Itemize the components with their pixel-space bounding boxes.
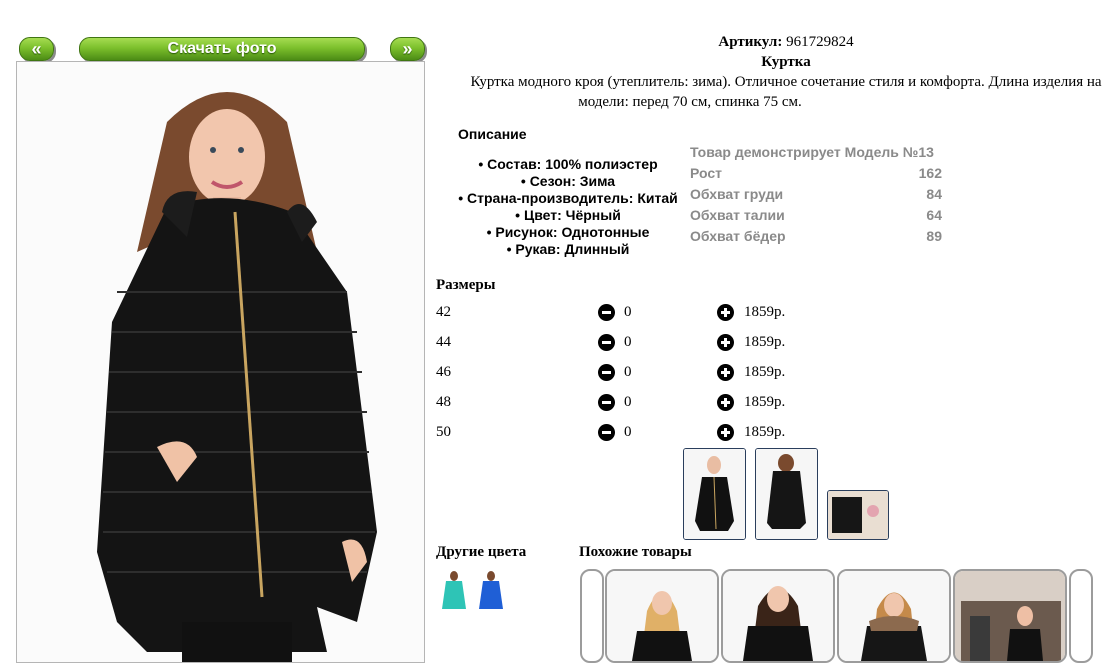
next-photo-button[interactable]: » — [390, 37, 425, 61]
description-title: Описание — [458, 126, 527, 142]
sizes-title: Размеры — [436, 277, 496, 293]
blue-jacket-image — [475, 569, 507, 615]
size-row: 48 0 1859р. — [436, 387, 836, 417]
similar-item-card[interactable] — [837, 569, 951, 663]
model-row: Обхват груди 84 — [690, 186, 942, 202]
property-item: Состав: 100% полиэстер — [450, 156, 686, 173]
similar-item-image — [839, 571, 949, 661]
minus-circle-icon[interactable] — [598, 334, 615, 351]
size-quantity: 0 — [624, 424, 632, 440]
other-colors-title: Другие цвета — [436, 544, 527, 560]
size-quantity: 0 — [624, 364, 632, 380]
download-photo-button[interactable]: Скачать фото — [79, 37, 365, 61]
property-item: Сезон: Зима — [450, 173, 686, 190]
property-item: Рукав: Длинный — [450, 241, 686, 258]
model-title: Товар демонстрирует Модель №13 — [690, 144, 934, 160]
size-value: 50 — [436, 424, 451, 440]
property-item: Рисунок: Однотонные — [450, 224, 686, 241]
jacket-front-thumbnail-image — [684, 449, 745, 539]
color-variant-thumbnail[interactable] — [475, 569, 507, 615]
property-item: Цвет: Чёрный — [450, 207, 686, 224]
similar-items-title: Похожие товары — [579, 544, 692, 560]
article-value: 961729824 — [786, 34, 854, 50]
product-description-line1: Куртка модного кроя (утеплитель: зима). … — [470, 74, 1102, 90]
minus-circle-icon[interactable] — [598, 304, 615, 321]
property-item: Страна-производитель: Китай — [450, 190, 686, 207]
size-price: 1859р. — [744, 424, 786, 440]
model-measurements: Товар демонстрирует Модель №13 Рост 162 О… — [690, 142, 942, 247]
product-name: Куртка — [761, 54, 811, 70]
size-price: 1859р. — [744, 304, 786, 320]
plus-circle-icon[interactable] — [717, 364, 734, 381]
size-value: 44 — [436, 334, 451, 350]
size-quantity: 0 — [624, 394, 632, 410]
size-row: 44 0 1859р. — [436, 327, 836, 357]
product-description-line2: модели: перед 70 см, спинка 75 см. — [578, 94, 802, 110]
size-quantity: 0 — [624, 334, 632, 350]
main-product-photo[interactable] — [16, 61, 425, 663]
size-price: 1859р. — [744, 334, 786, 350]
model-row: Обхват талии 64 — [690, 207, 942, 223]
size-row: 50 0 1859р. — [436, 417, 836, 447]
size-price: 1859р. — [744, 394, 786, 410]
article-label: Артикул: — [718, 34, 783, 50]
photo-thumbnail[interactable] — [827, 490, 889, 540]
jacket-back-thumbnail-image — [756, 449, 817, 539]
similar-item-image — [723, 571, 833, 661]
fabric-detail-thumbnail-image — [828, 491, 888, 539]
similar-scroll-left[interactable] — [580, 569, 604, 663]
minus-circle-icon[interactable] — [598, 424, 615, 441]
property-list: Состав: 100% полиэстер Сезон: Зима Стран… — [450, 156, 686, 258]
photo-thumbnail[interactable] — [683, 448, 746, 540]
plus-circle-icon[interactable] — [717, 334, 734, 351]
similar-item-card[interactable] — [721, 569, 835, 663]
size-quantity: 0 — [624, 304, 632, 320]
size-value: 46 — [436, 364, 451, 380]
color-variant-thumbnail[interactable] — [438, 569, 470, 615]
size-value: 42 — [436, 304, 451, 320]
similar-item-image — [955, 571, 1065, 661]
similar-item-card[interactable] — [605, 569, 719, 663]
plus-circle-icon[interactable] — [717, 394, 734, 411]
minus-circle-icon[interactable] — [598, 394, 615, 411]
size-price: 1859р. — [744, 364, 786, 380]
plus-circle-icon[interactable] — [717, 304, 734, 321]
article-line: Артикул: 961729824 — [430, 32, 1116, 52]
model-row: Обхват бёдер 89 — [690, 228, 942, 244]
plus-circle-icon[interactable] — [717, 424, 734, 441]
similar-item-image — [607, 571, 717, 661]
size-value: 48 — [436, 394, 451, 410]
photo-thumbnail[interactable] — [755, 448, 818, 540]
turquoise-jacket-image — [438, 569, 470, 615]
jacket-model-image — [17, 62, 424, 662]
similar-item-card[interactable] — [953, 569, 1067, 663]
similar-scroll-right[interactable] — [1069, 569, 1093, 663]
size-row: 42 0 1859р. — [436, 297, 836, 327]
model-row: Рост 162 — [690, 165, 942, 181]
size-row: 46 0 1859р. — [436, 357, 836, 387]
minus-circle-icon[interactable] — [598, 364, 615, 381]
prev-photo-button[interactable]: « — [19, 37, 54, 61]
product-header: Артикул: 961729824 Куртка Куртка модного… — [430, 32, 1116, 112]
